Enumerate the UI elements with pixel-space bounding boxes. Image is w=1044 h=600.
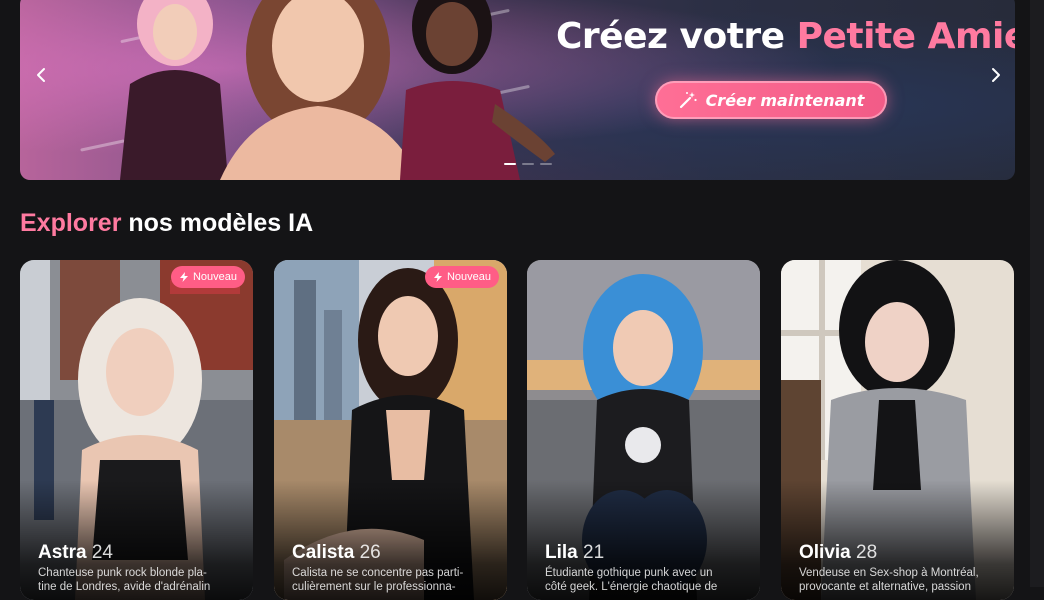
model-name: Lila	[545, 542, 578, 563]
lightning-icon	[433, 272, 442, 282]
new-badge: Nouveau	[424, 266, 499, 288]
model-description: Calista ne se concentre pas parti- culiè…	[292, 567, 464, 593]
model-name: Calista	[292, 542, 355, 563]
model-name-line: Olivia 28	[799, 542, 877, 564]
section-title: Explorer nos modèles IA	[20, 209, 313, 238]
model-name: Olivia	[799, 542, 851, 563]
create-now-button[interactable]: Créer maintenant	[655, 81, 887, 119]
page: Créez votre Petite Amie IA Créer mainten…	[0, 0, 1044, 600]
carousel-prev-button[interactable]	[32, 66, 50, 84]
carousel-dot[interactable]	[522, 163, 534, 165]
model-card-olivia[interactable]: Olivia 28 Vendeuse en Sex-shop à Montréa…	[781, 260, 1014, 600]
scrollbar-track[interactable]	[1030, 0, 1044, 587]
chevron-left-icon	[37, 68, 45, 82]
model-card-astra[interactable]: Nouveau Astra 24 Chanteuse punk rock blo…	[20, 260, 253, 600]
carousel-next-button[interactable]	[987, 66, 1005, 84]
carousel-dot[interactable]	[540, 163, 552, 165]
model-name-line: Lila 21	[545, 542, 604, 564]
section-title-rest: nos modèles IA	[121, 209, 314, 237]
model-description: Étudiante gothique punk avec un côté gee…	[545, 567, 718, 593]
model-age: 26	[359, 542, 381, 563]
model-description: Vendeuse en Sex-shop à Montréal, provoca…	[799, 567, 979, 593]
model-age: 21	[583, 542, 605, 563]
carousel-dot[interactable]	[504, 163, 516, 165]
hero-models-illustration	[120, 0, 555, 180]
model-description: Chanteuse punk rock blonde pla- tine de …	[38, 567, 211, 593]
new-badge-label: Nouveau	[192, 271, 237, 283]
hero-title: Créez votre Petite Amie IA	[556, 16, 1015, 57]
model-age: 28	[856, 542, 878, 563]
carousel-dots	[504, 163, 552, 165]
model-age: 24	[91, 542, 113, 563]
hero-banner[interactable]: Créez votre Petite Amie IA Créer mainten…	[20, 0, 1015, 180]
model-card-lila[interactable]: Lila 21 Étudiante gothique punk avec un …	[527, 260, 760, 600]
model-name: Astra	[38, 542, 87, 563]
new-badge: Nouveau	[170, 266, 245, 288]
hero-title-prefix: Créez votre	[556, 16, 797, 57]
section-title-accent: Explorer	[20, 209, 122, 237]
model-card-calista[interactable]: Nouveau Calista 26 Calista ne se concent…	[274, 260, 507, 600]
new-badge-label: Nouveau	[446, 271, 491, 283]
chevron-right-icon	[992, 68, 1000, 82]
model-name-line: Astra 24	[38, 542, 113, 564]
lightning-icon	[179, 272, 188, 282]
create-now-label: Créer maintenant	[705, 90, 865, 110]
hero-title-accent: Petite Amie IA	[796, 16, 1015, 57]
model-name-line: Calista 26	[292, 542, 381, 564]
magic-wand-icon	[679, 92, 697, 109]
